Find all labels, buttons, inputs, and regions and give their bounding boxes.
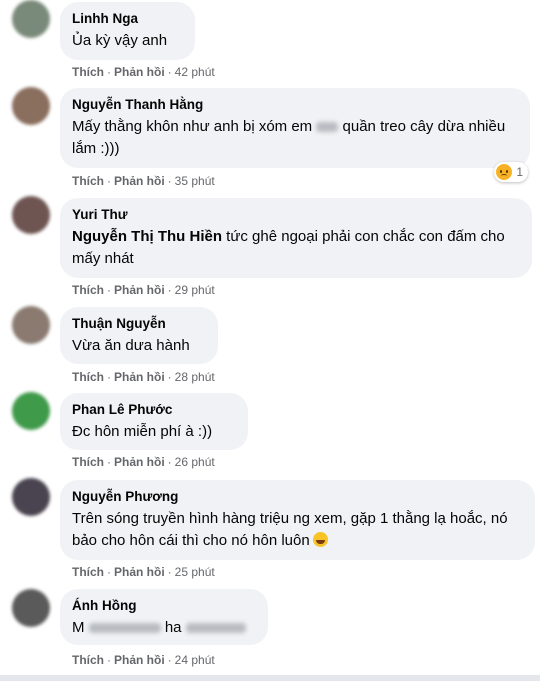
comment-author[interactable]: Nguyễn Phương [72,488,523,505]
reply-link[interactable]: Phản hồi [114,370,165,384]
like-link[interactable]: Thích [72,65,104,79]
redacted-text [185,623,246,634]
comment-text: Trên sóng truyền hình hàng triệu ng xem,… [72,508,523,552]
comment-actions: Thích · Phản hồi · 24 phút [72,653,215,667]
comment-text-body: Trên sóng truyền hình hàng triệu ng xem,… [72,510,508,549]
reaction-badge[interactable]: 1 [494,162,528,182]
comment-bubble: Yuri Thư Nguyễn Thị Thu Hiền tức ghê ngo… [60,198,532,278]
redacted-text [88,623,161,634]
comment-time[interactable]: 28 phút [175,370,215,384]
comment-text-mid: ha [164,619,182,636]
avatar[interactable] [12,0,50,38]
comment-author[interactable]: Linhh Nga [72,10,183,27]
comment-author[interactable]: Ánh Hồng [72,597,256,614]
like-link[interactable]: Thích [72,455,104,469]
comment-text: Đc hôn miễn phí à :)) [72,423,213,440]
comment-text: Ủa kỳ vậy anh [72,32,168,49]
comment-author[interactable]: Yuri Thư [72,206,520,223]
separator: · [107,455,111,469]
reply-link[interactable]: Phản hồi [114,565,165,579]
separator: · [167,174,172,188]
comment-actions: Thích · Phản hồi · 29 phút [72,283,215,297]
comment-text: Mấy thằng khôn như anh bị xóm em quần tr… [72,116,518,160]
next-comment-edge [0,675,540,681]
comment-time[interactable]: 35 phút [175,174,215,188]
separator: · [167,565,172,579]
comment-text-start: M [72,619,85,636]
separator: · [107,653,111,667]
avatar[interactable] [12,196,50,234]
reaction-count: 1 [516,165,523,179]
avatar[interactable] [12,87,50,125]
avatar[interactable] [12,392,50,430]
comment-time[interactable]: 29 phút [175,283,215,297]
comment-actions: Thích · Phản hồi · 26 phút [72,455,215,469]
reply-link[interactable]: Phản hồi [114,455,165,469]
comment-author[interactable]: Thuận Nguyễn [72,315,206,332]
comment-time[interactable]: 25 phút [175,565,215,579]
comment-bubble: Phan Lê Phước Đc hôn miễn phí à :)) [60,393,248,450]
like-link[interactable]: Thích [72,653,104,667]
redacted-text [316,122,339,133]
comment-actions: Thích · Phản hồi · 25 phút [72,565,215,579]
comment-author[interactable]: Phan Lê Phước [72,401,236,418]
comment-text: Nguyễn Thị Thu Hiền tức ghê ngoại phải c… [72,226,520,270]
laughing-emoji-icon [312,532,328,547]
separator: · [167,283,172,297]
comment-bubble: Nguyễn Phương Trên sóng truyền hình hàng… [60,480,535,560]
comment-text: Vừa ăn dưa hành [72,337,190,354]
separator: · [167,455,172,469]
separator: · [107,565,111,579]
separator: · [167,370,172,384]
like-link[interactable]: Thích [72,174,104,188]
comment-actions: Thích · Phản hồi · 42 phút [72,65,215,79]
comment-text: M ha [72,617,256,639]
comment-time[interactable]: 24 phút [175,653,215,667]
avatar[interactable] [12,589,50,627]
separator: · [167,65,172,79]
like-link[interactable]: Thích [72,283,104,297]
reply-link[interactable]: Phản hồi [114,653,165,667]
separator: · [107,174,111,188]
comment-author[interactable]: Nguyễn Thanh Hằng [72,96,518,113]
like-link[interactable]: Thích [72,565,104,579]
comment-time[interactable]: 26 phút [175,455,215,469]
comment-bubble: Thuận Nguyễn Vừa ăn dưa hành [60,307,218,364]
separator: · [107,65,111,79]
separator: · [167,653,172,667]
reply-link[interactable]: Phản hồi [114,283,165,297]
reply-link[interactable]: Phản hồi [114,174,165,188]
comment-bubble: Linhh Nga Ủa kỳ vậy anh [60,2,195,60]
sad-emoji-icon [496,164,513,180]
comment-time[interactable]: 42 phút [175,65,215,79]
separator: · [107,370,111,384]
comment-bubble: Nguyễn Thanh Hằng Mấy thằng khôn như anh… [60,88,530,168]
like-link[interactable]: Thích [72,370,104,384]
mention-link[interactable]: Nguyễn Thị Thu Hiền [72,228,222,245]
comment-bubble: Ánh Hồng M ha [60,589,268,645]
comment-text-start: Mấy thằng khôn như anh bị xóm em [72,118,313,135]
separator: · [107,283,111,297]
comment-actions: Thích · Phản hồi · 35 phút [72,174,215,188]
avatar[interactable] [12,478,50,516]
avatar[interactable] [12,306,50,344]
comment-actions: Thích · Phản hồi · 28 phút [72,370,215,384]
reply-link[interactable]: Phản hồi [114,65,165,79]
